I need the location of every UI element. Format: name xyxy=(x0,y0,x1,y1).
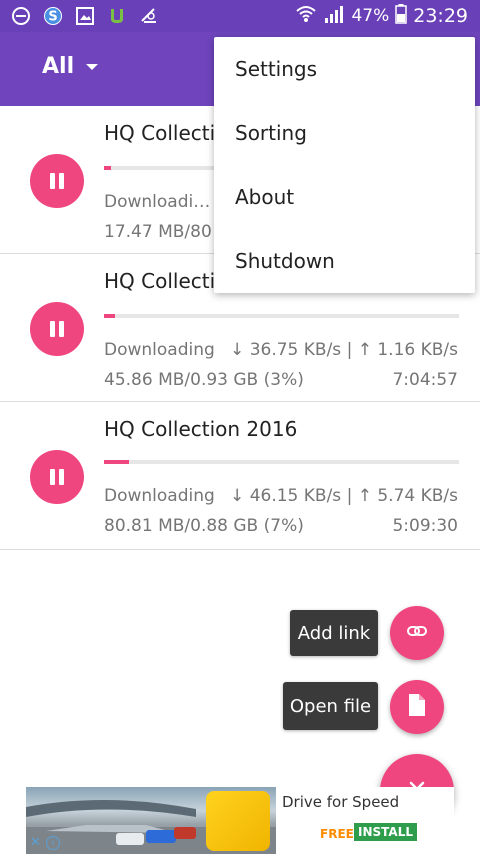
pause-icon xyxy=(50,469,64,485)
download-title: HQ Collection 2016 xyxy=(104,417,298,441)
progress-fill xyxy=(104,460,129,464)
no-signal-icon xyxy=(138,5,160,27)
download-status: Downloadi… xyxy=(104,192,211,212)
menu-item-about[interactable]: About xyxy=(214,165,475,229)
ad-close-icon[interactable]: ✕ xyxy=(30,835,41,850)
open-file-label[interactable]: Open file xyxy=(283,682,378,730)
add-link-button[interactable] xyxy=(390,606,444,660)
pause-icon xyxy=(50,321,64,337)
status-line: Downloading ↓ 46.15 KB/s | ↑ 5.74 KB/s xyxy=(104,486,458,506)
progress-fill xyxy=(104,166,112,170)
menu-item-shutdown[interactable]: Shutdown xyxy=(214,229,475,293)
ad-banner[interactable]: Drive for Speed FREE INSTALL ✕ i xyxy=(26,787,454,854)
svg-text:S: S xyxy=(48,10,57,25)
battery-percent: 47% xyxy=(351,6,390,26)
download-speed: ↓ 46.15 KB/s | ↑ 5.74 KB/s xyxy=(230,486,458,506)
wifi-icon xyxy=(295,4,317,29)
progress-bar xyxy=(104,314,459,318)
filter-label: All xyxy=(42,54,75,79)
progress-bar xyxy=(104,460,459,464)
size-line: 80.81 MB/0.88 GB (7%) 5:09:30 xyxy=(104,516,458,536)
pause-button[interactable] xyxy=(30,302,84,356)
size-line: 45.86 MB/0.93 GB (3%) 7:04:57 xyxy=(104,370,458,390)
download-title: HQ Collecti xyxy=(104,121,216,145)
cell-signal-icon xyxy=(323,4,345,29)
status-bar: S 47% 23:29 xyxy=(0,0,480,32)
download-size: 80.81 MB/0.88 GB (7%) xyxy=(104,516,304,536)
ad-info-icon[interactable]: i xyxy=(46,836,60,850)
image-icon xyxy=(74,5,96,27)
clock: 23:29 xyxy=(413,5,468,27)
open-file-button[interactable] xyxy=(390,680,444,734)
pause-icon xyxy=(50,173,64,189)
download-status: Downloading xyxy=(104,486,215,506)
download-eta: 7:04:57 xyxy=(392,370,458,390)
status-line: Downloading ↓ 36.75 KB/s | ↑ 1.16 KB/s xyxy=(104,340,458,360)
sync-s-icon: S xyxy=(42,5,64,27)
filter-dropdown[interactable]: All xyxy=(42,54,99,79)
overflow-menu: Settings Sorting About Shutdown xyxy=(214,37,475,293)
download-speed: ↓ 36.75 KB/s | ↑ 1.16 KB/s xyxy=(230,340,458,360)
file-icon xyxy=(407,693,427,721)
pause-button[interactable] xyxy=(30,450,84,504)
utorrent-icon xyxy=(106,5,128,27)
download-status: Downloading xyxy=(104,340,215,360)
download-size: 45.86 MB/0.93 GB (3%) xyxy=(104,370,304,390)
ad-title: Drive for Speed xyxy=(282,793,400,811)
add-link-label[interactable]: Add link xyxy=(290,610,378,656)
pause-button[interactable] xyxy=(30,154,84,208)
progress-fill xyxy=(104,314,115,318)
menu-item-settings[interactable]: Settings xyxy=(214,37,475,101)
ad-app-icon xyxy=(206,791,270,851)
battery-icon xyxy=(395,3,407,29)
menu-item-sorting[interactable]: Sorting xyxy=(214,101,475,165)
download-eta: 5:09:30 xyxy=(392,516,458,536)
dropdown-arrow-icon xyxy=(86,63,99,70)
ad-install-button[interactable]: INSTALL xyxy=(354,823,417,841)
download-title: HQ Collectio xyxy=(104,269,228,293)
link-icon xyxy=(405,619,429,647)
minus-circle-icon xyxy=(10,5,32,27)
ad-free-label: FREE xyxy=(320,827,354,841)
download-size: 17.47 MB/80 xyxy=(104,222,212,242)
download-item[interactable]: HQ Collection 2016 Downloading ↓ 46.15 K… xyxy=(0,402,480,550)
